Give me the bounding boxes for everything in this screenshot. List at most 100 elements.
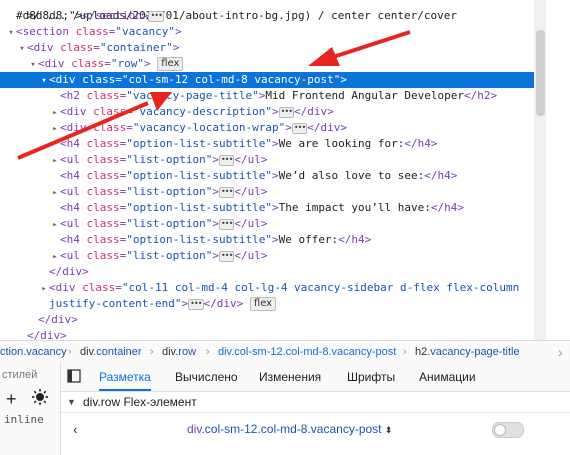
node-tag-close: > — [271, 201, 279, 214]
expand-right-icon[interactable]: ▸ — [50, 153, 60, 169]
tree-partial-line: >/ ... /uploads/2021/01/about-intro-bg.j… — [0, 0, 534, 22]
collapsed-content-icon[interactable]: ••• — [218, 186, 235, 198]
tab-computed[interactable]: Вычислено — [175, 363, 238, 391]
node-tag: <div — [60, 105, 87, 118]
expand-right-icon[interactable]: ▸ — [50, 121, 60, 137]
node-attr-value: "option-list-subtitle" — [126, 201, 272, 214]
tree-node[interactable]: ▸ <ul class="list-option"> ••• </ul> — [0, 152, 534, 168]
collapsed-content-icon[interactable]: ••• — [188, 298, 204, 310]
node-attr-name: class — [71, 57, 105, 70]
expand-down-icon[interactable]: ▾ — [39, 73, 49, 89]
tree-node[interactable]: ▸ <div class="vacancy-location-wrap"> ••• <… — [0, 120, 534, 136]
expand-right-icon[interactable]: ▸ — [50, 105, 60, 121]
expand-down-icon[interactable]: ▾ — [6, 25, 16, 41]
tree-node[interactable]: ▸ <div class="col-11 col-md-4 col-lg-4 va… — [0, 280, 534, 296]
tree-node[interactable]: ▸ <div class="vacancy-description"> ••• </d… — [0, 104, 534, 120]
node-tag-close: > — [181, 297, 189, 310]
breadcrumb-item[interactable]: div.row — [162, 341, 196, 363]
add-rule-button[interactable]: + — [6, 389, 17, 410]
expand-down-icon[interactable]: ▾ — [28, 57, 38, 73]
node-attr-name: class — [86, 249, 120, 262]
markup-tree[interactable]: >/ ... /uploads/2021/01/about-intro-bg.j… — [0, 0, 534, 340]
collapsed-content-icon[interactable]: ••• — [218, 154, 235, 166]
node-attr-value: "option-list-subtitle" — [126, 169, 272, 182]
node-tag-close: > — [271, 137, 279, 150]
flex-badge[interactable]: flex — [157, 57, 184, 71]
tree-node[interactable]: ▾ <div class="row"> flex — [0, 56, 534, 72]
node-attr-name: class — [86, 137, 120, 150]
node-end-tag: </h4> — [404, 137, 438, 150]
tree-node[interactable]: </div> — [0, 312, 534, 328]
tree-node-selected[interactable]: ▾ <div class="col-sm-12 col-md-8 vacancy-… — [0, 72, 534, 88]
tree-node[interactable]: justify-content-end"> ••• </div> flex — [0, 296, 534, 312]
breadcrumb-item[interactable]: ction.vacancy — [0, 341, 67, 363]
tree-node[interactable]: ▸ <ul class="list-option"> ••• </ul> — [0, 216, 534, 232]
node-attr-name: class — [86, 89, 120, 102]
node-attr-equals: = — [115, 73, 122, 86]
breadcrumb-item[interactable]: div.container — [80, 341, 142, 363]
node-attr-name: class — [86, 217, 120, 230]
node-attr-value: "vacancy-location-wrap" — [132, 121, 286, 134]
node-tag-close: > — [174, 25, 182, 38]
node-attr-value: "list-option" — [126, 153, 213, 166]
tree-node[interactable]: ▸ <ul class="list-option"> ••• </ul> — [0, 184, 534, 200]
toggle-pane-icon[interactable] — [67, 369, 81, 383]
breadcrumb-tag: div — [162, 346, 176, 358]
expand-right-icon[interactable]: ▸ — [50, 249, 60, 265]
collapsed-content-icon[interactable]: ••• — [278, 106, 295, 118]
tab-animations[interactable]: Анимации — [419, 363, 476, 391]
node-attr-equals: = — [104, 57, 111, 70]
tree-node[interactable]: <h2 class="vacancy-page-title">Mid Front… — [0, 88, 534, 104]
expand-right-icon[interactable]: ▸ — [50, 217, 60, 233]
breadcrumb-scroll-right-icon[interactable]: › — [558, 341, 563, 363]
inline-style-label: inline — [4, 413, 44, 426]
node-tag: <div — [60, 121, 87, 134]
expand-right-icon[interactable]: ▸ — [50, 185, 60, 201]
node-tag: <h2 — [60, 89, 80, 102]
node-tag: <ul — [60, 249, 80, 262]
back-chevron-icon[interactable]: ‹ — [73, 413, 78, 445]
tree-scrollbar-thumb[interactable] — [536, 30, 545, 116]
tab-changes[interactable]: Изменения — [259, 363, 321, 391]
expand-right-icon[interactable]: ▸ — [39, 281, 49, 297]
node-end-tag: </h4> — [430, 201, 465, 214]
collapsed-content-icon[interactable]: ••• — [148, 10, 164, 22]
tree-node[interactable]: ▾ <div class="container"> — [0, 40, 534, 56]
styles-pane: стилей + inline — [0, 363, 61, 455]
node-attr-value: "col-11 col-md-4 col-lg-4 vacancy-sideba… — [121, 281, 520, 294]
flex-item-section-header[interactable]: ▼ div.row Flex-элемент — [61, 392, 570, 413]
tree-node[interactable]: <h4 class="option-list-subtitle">We are … — [0, 136, 534, 152]
collapsed-content-icon[interactable]: ••• — [291, 122, 308, 134]
node-attr-equals: = — [126, 121, 133, 134]
node-text: We offer: — [278, 233, 339, 246]
flex-item-selector[interactable]: div.col-sm-12.col-md-8.vacancy-post ⬍ — [187, 413, 392, 446]
node-end-tag: </h4> — [424, 169, 458, 182]
flex-badge[interactable]: flex — [249, 297, 277, 311]
expand-down-icon[interactable]: ▾ — [17, 41, 27, 57]
light-theme-icon[interactable] — [32, 389, 48, 408]
tab-fonts[interactable]: Шрифты — [347, 363, 395, 391]
tree-node[interactable]: <h4 class="option-list-subtitle">The imp… — [0, 200, 534, 216]
tree-node[interactable]: </div> — [0, 264, 534, 280]
tree-node[interactable]: ▸ <ul class="list-option"> ••• </ul> — [0, 248, 534, 264]
node-attr-value: "col-sm-12 col-md-8 vacancy-post" — [121, 73, 341, 86]
breadcrumb-item[interactable]: h2.vacancy-page-title — [415, 341, 520, 363]
collapsed-content-icon[interactable]: ••• — [218, 250, 235, 262]
node-tag-close: > — [271, 105, 279, 118]
node-attr-equals: = — [126, 105, 133, 118]
node-attr-value: "vacancy" — [115, 25, 175, 38]
styles-label: стилей — [2, 369, 38, 381]
node-tag-close: > — [212, 249, 219, 262]
tree-node[interactable]: </div> — [0, 328, 534, 340]
tree-node[interactable]: <h4 class="option-list-subtitle">We offe… — [0, 232, 534, 248]
node-attr-name: class — [86, 169, 120, 182]
tab-layout[interactable]: Разметка — [99, 363, 151, 391]
flex-highlight-toggle[interactable] — [492, 422, 524, 438]
tree-node[interactable]: #d8d8d8;"></section> ••• — [0, 8, 534, 24]
breadcrumb-separator-icon: › — [150, 346, 154, 358]
node-end-tag: </div> — [294, 105, 334, 118]
breadcrumb-item[interactable]: div.col-sm-12.col-md-8.vacancy-post — [218, 341, 396, 363]
tree-node[interactable]: <h4 class="option-list-subtitle">We’d al… — [0, 168, 534, 184]
collapsed-content-icon[interactable]: ••• — [218, 218, 235, 230]
tree-node[interactable]: ▾ <section class="vacancy"> — [0, 24, 534, 40]
